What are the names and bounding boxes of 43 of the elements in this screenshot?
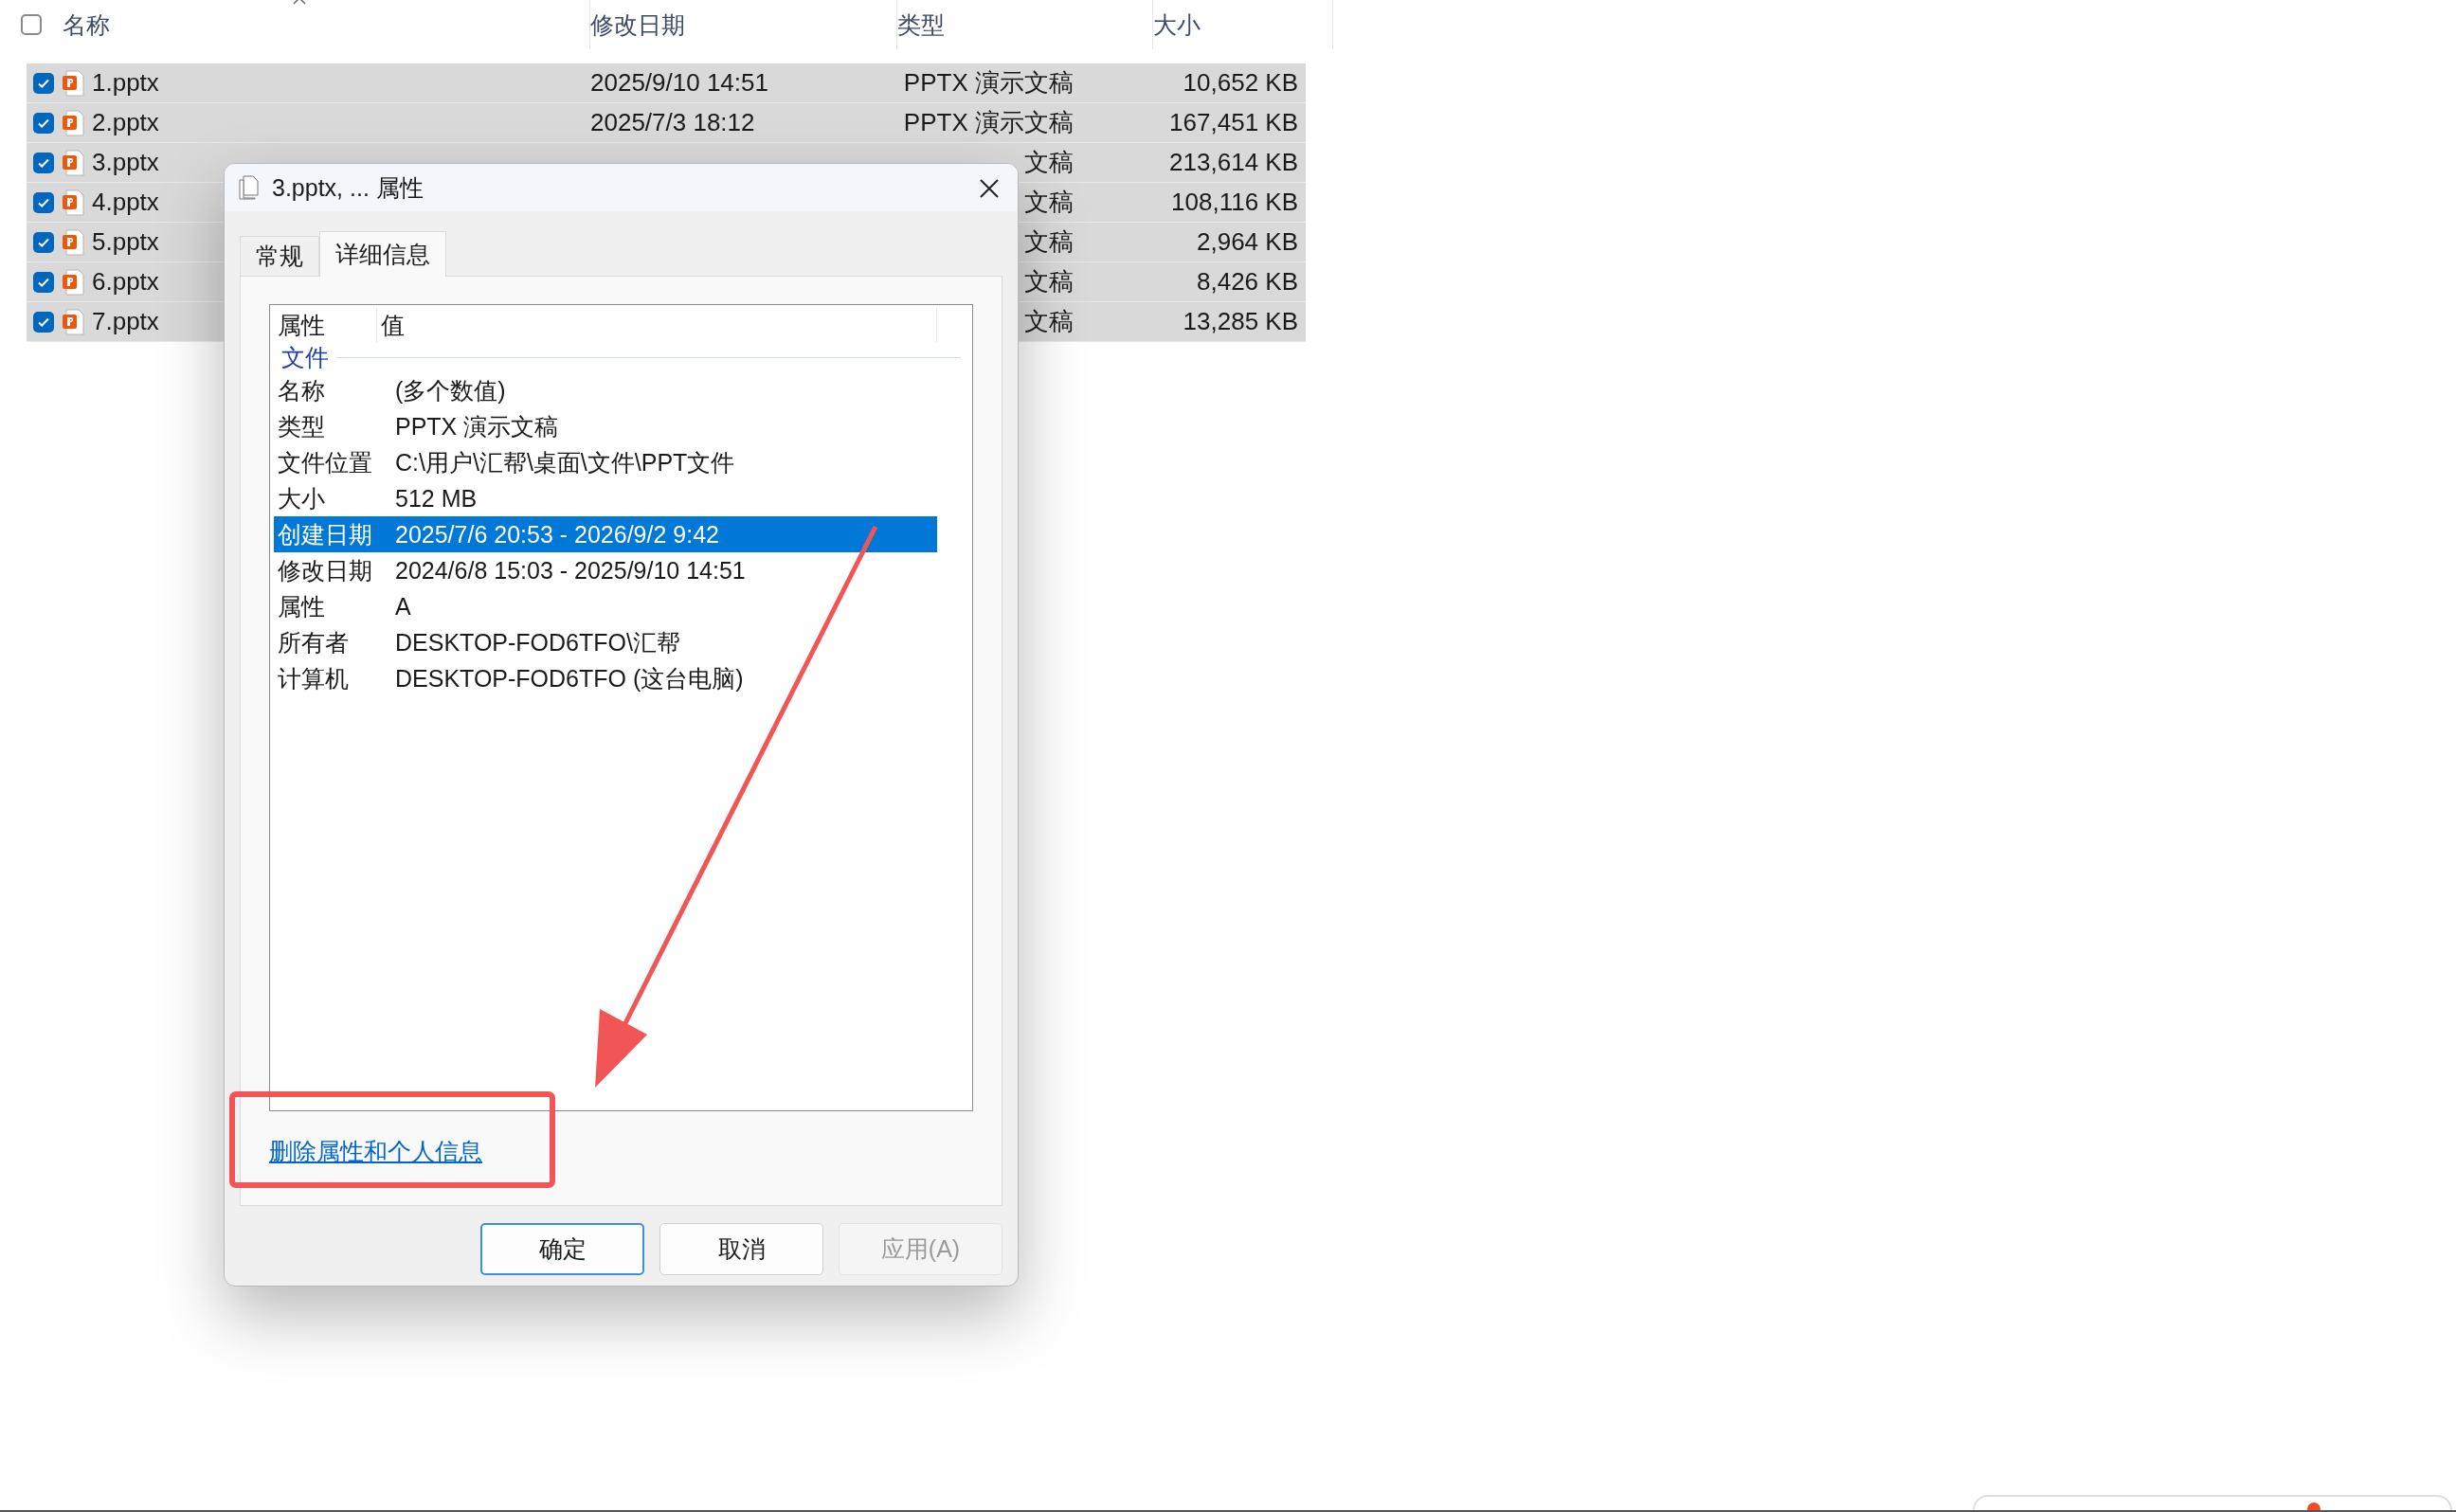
property-value: DESKTOP-FOD6TFO (这台电脑) (395, 663, 744, 693)
property-value: PPTX 演示文稿 (395, 411, 559, 441)
dialog-title: 3.pptx, ... 属性 (272, 172, 424, 203)
property-value: 2024/6/8 15:03 - 2025/9/10 14:51 (395, 556, 746, 585)
file-size: 108,116 KB (1171, 188, 1298, 216)
property-value: DESKTOP-FOD6TFO\汇帮 (395, 627, 680, 657)
file-type: 文稿 (1024, 226, 1074, 258)
file-name: 4.pptx (92, 188, 159, 217)
property-value: A (395, 592, 411, 621)
property-name: 名称 (277, 375, 326, 405)
file-name: 3.pptx (92, 148, 159, 177)
file-type: 文稿 (1024, 306, 1074, 337)
property-name: 修改日期 (277, 555, 373, 585)
file-size: 213,614 KB (1169, 148, 1298, 176)
group-header: 文件 (281, 342, 329, 372)
file-type: 文稿 (1024, 187, 1074, 218)
file-name: 1.pptx (92, 68, 159, 98)
property-value: 512 MB (395, 484, 478, 513)
property-value: (多个数值) (395, 375, 506, 405)
modified-date: 2025/7/3 18:12 (590, 108, 755, 136)
property-name: 文件位置 (277, 447, 373, 477)
file-name: 5.pptx (92, 227, 159, 257)
file-size: 2,964 KB (1197, 227, 1298, 256)
file-name: 6.pptx (92, 267, 159, 297)
file-type: PPTX 演示文稿 (903, 107, 1074, 138)
property-name: 计算机 (277, 663, 350, 693)
file-size: 8,426 KB (1197, 267, 1298, 296)
file-size: 10,652 KB (1183, 68, 1298, 97)
file-size: 13,285 KB (1183, 307, 1298, 335)
file-name: 7.pptx (92, 307, 159, 336)
property-name: 类型 (277, 411, 326, 441)
file-type: 文稿 (1024, 147, 1074, 178)
property-name: 属性 (277, 591, 326, 621)
property-name: 所有者 (277, 627, 350, 657)
property-value: 2025/7/6 20:53 - 2026/9/2 9:42 (395, 520, 719, 549)
property-name: 大小 (277, 483, 326, 513)
file-type: 文稿 (1024, 266, 1074, 297)
modified-date: 2025/9/10 14:51 (590, 68, 768, 97)
file-size: 167,451 KB (1169, 108, 1298, 136)
file-type: PPTX 演示文稿 (903, 67, 1074, 99)
property-value: C:\用户\汇帮\桌面\文件\PPT文件 (395, 447, 735, 477)
property-name: 创建日期 (277, 519, 373, 549)
file-name: 2.pptx (92, 108, 159, 137)
